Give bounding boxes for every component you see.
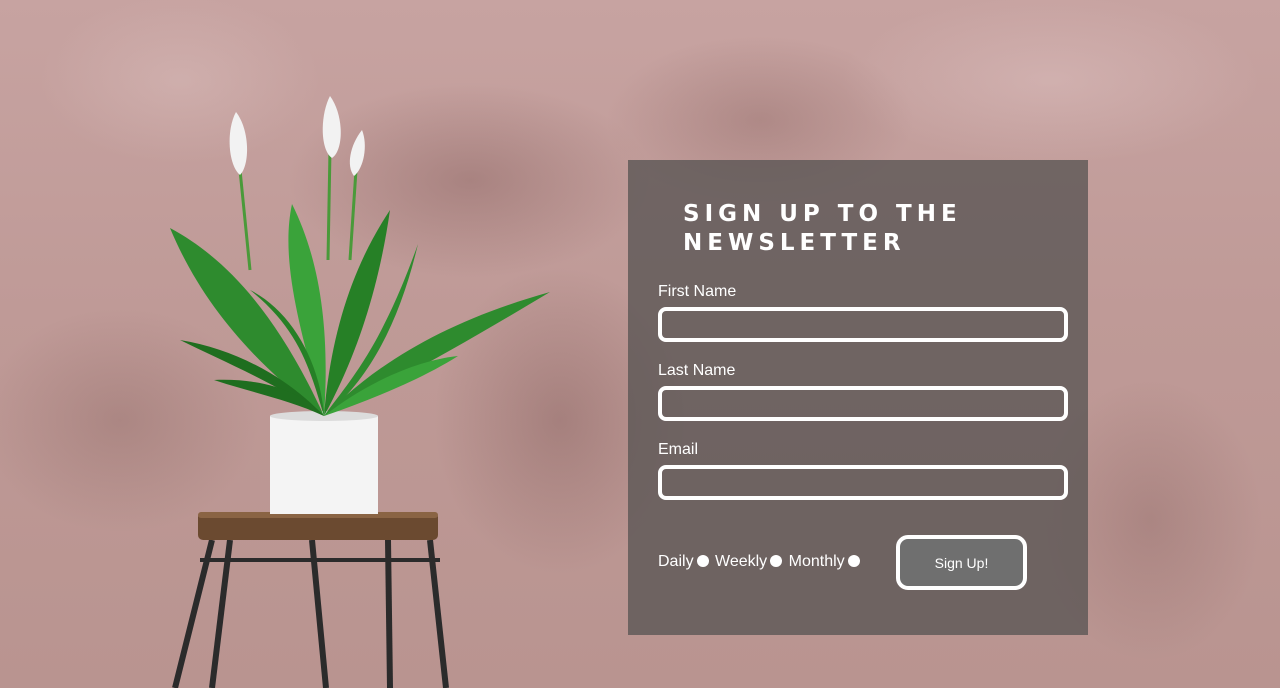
email-label: Email [658,441,699,458]
first-name-input[interactable] [658,307,1068,342]
last-name-input[interactable] [658,386,1068,421]
daily-radio[interactable] [696,555,709,567]
stool-icon [172,539,449,688]
frequency-options: Daily Weekly Monthly [658,552,862,572]
first-name-label: First Name [658,283,737,300]
sign-up-button[interactable]: Sign Up! [896,535,1027,590]
plant-leaves-icon [170,204,550,416]
form-title: Sign Up to the Newsletter [683,201,962,256]
weekly-radio[interactable] [770,555,783,567]
last-name-label: Last Name [658,362,736,379]
frequency-option-monthly[interactable]: Monthly [789,552,862,572]
pot-icon [270,411,378,514]
email-input[interactable] [658,465,1068,500]
monthly-radio[interactable] [847,555,860,567]
newsletter-form: Sign Up to the Newsletter First Name Las… [628,160,1088,635]
frequency-option-weekly[interactable]: Weekly [715,552,784,572]
frequency-label-weekly: Weekly [715,553,768,570]
frequency-label-monthly: Monthly [788,553,845,570]
frequency-label-daily: Daily [658,553,694,570]
frequency-option-daily[interactable]: Daily [658,552,711,572]
